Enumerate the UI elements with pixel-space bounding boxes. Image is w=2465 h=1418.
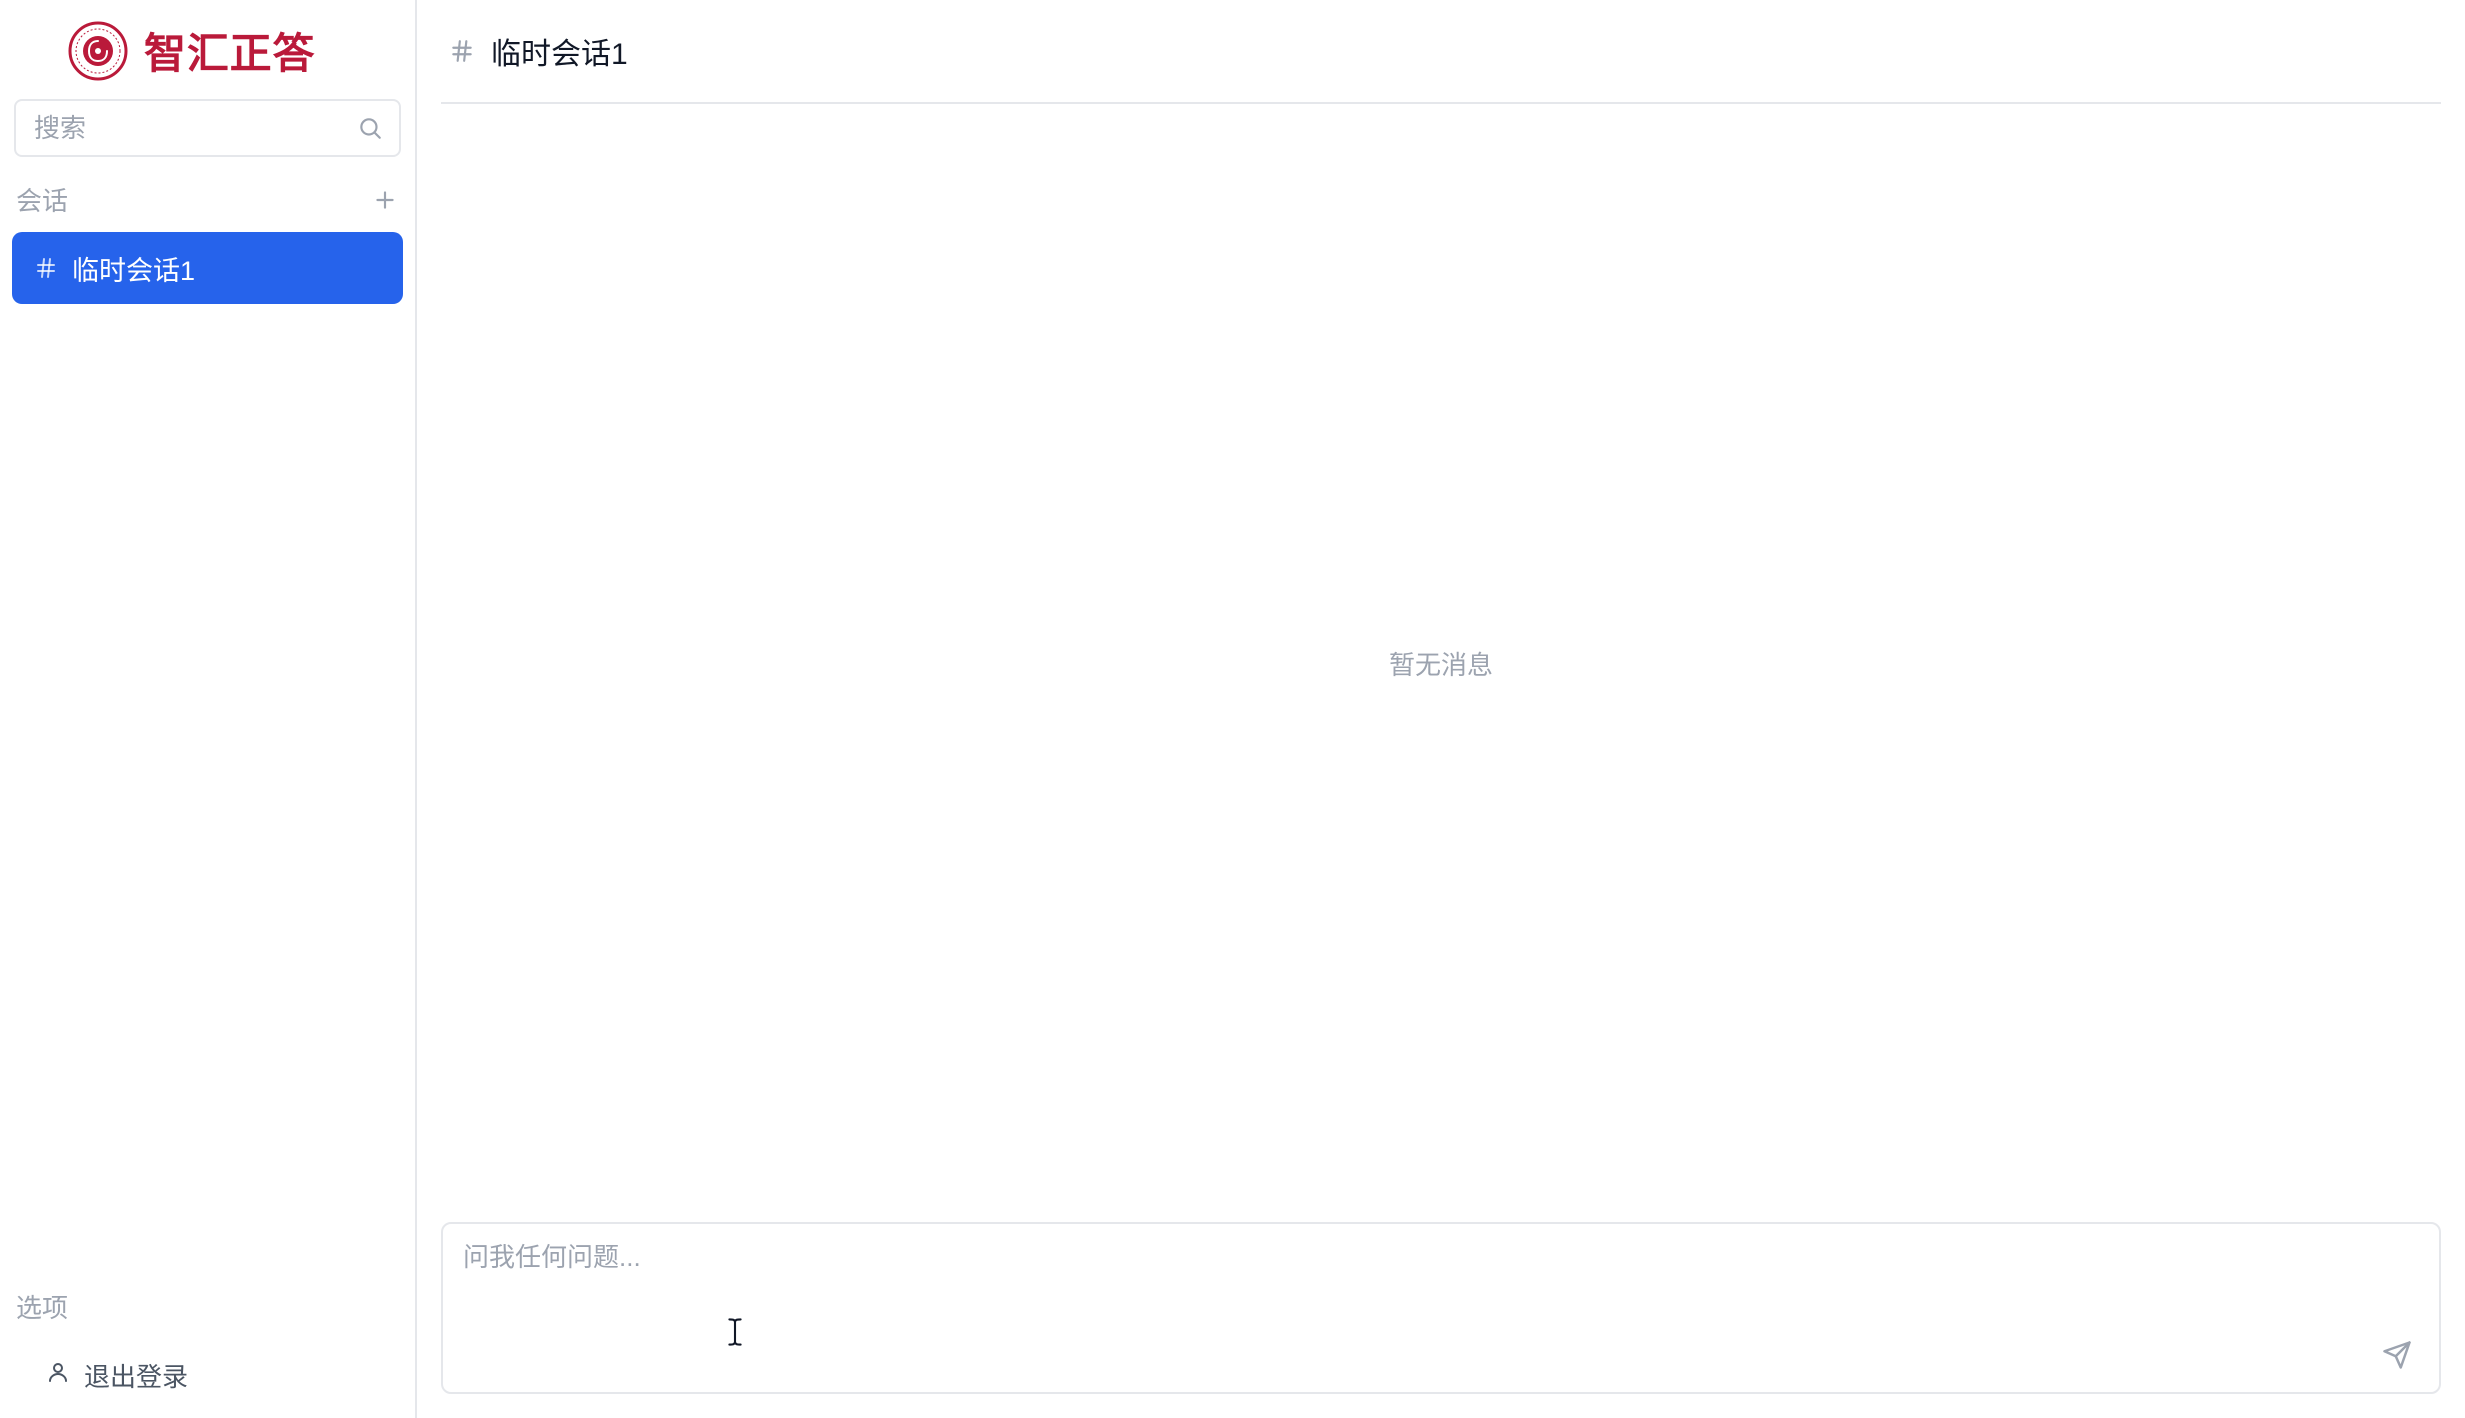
send-icon <box>2382 1340 2412 1373</box>
user-icon <box>46 1360 70 1391</box>
session-list: 临时会话1 <box>12 232 403 304</box>
sidebar: 智汇正答 会话 <box>0 0 417 1418</box>
brand-title: 智汇正答 <box>144 20 315 81</box>
main-area: 临时会话1 暂无消息 <box>417 0 2465 1418</box>
messages-area: 暂无消息 <box>441 104 2441 1222</box>
session-item[interactable]: 临时会话1 <box>12 232 403 304</box>
conversation-header: 临时会话1 <box>441 0 2441 104</box>
hash-icon <box>449 38 475 64</box>
brand-logo-icon <box>68 21 128 81</box>
search-wrap <box>14 99 401 157</box>
conversation-title: 临时会话1 <box>491 29 628 73</box>
message-input[interactable] <box>463 1234 2419 1382</box>
logout-label: 退出登录 <box>84 1357 188 1394</box>
sessions-header: 会话 <box>12 181 403 232</box>
composer <box>441 1222 2441 1394</box>
add-session-icon[interactable] <box>371 186 399 214</box>
brand: 智汇正答 <box>12 12 403 99</box>
empty-messages-text: 暂无消息 <box>1389 645 1493 682</box>
search-icon <box>357 115 383 141</box>
options-header: 选项 <box>12 1288 403 1349</box>
send-button[interactable] <box>2379 1338 2415 1374</box>
hash-icon <box>34 256 58 280</box>
session-item-label: 临时会话1 <box>72 249 195 288</box>
logout-button[interactable]: 退出登录 <box>12 1349 403 1418</box>
sessions-header-label: 会话 <box>16 181 68 218</box>
sidebar-spacer <box>12 304 403 1288</box>
search-input[interactable] <box>14 99 401 157</box>
